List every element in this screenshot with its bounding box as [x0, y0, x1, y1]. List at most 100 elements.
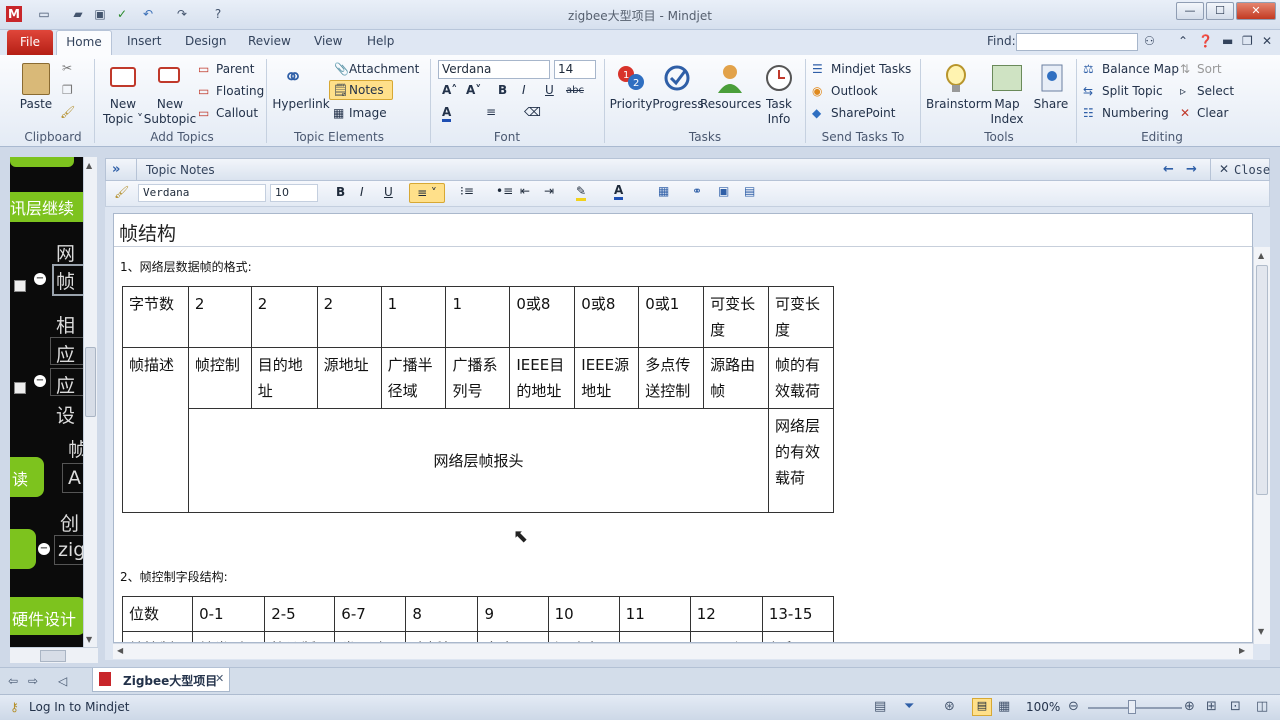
map-topic-label[interactable]: 硬件设计 — [12, 606, 76, 630]
note-indicator-icon[interactable] — [14, 382, 26, 394]
font-family-select[interactable]: Verdana — [438, 60, 550, 79]
expand-panel-icon[interactable]: » — [112, 162, 120, 177]
link-icon[interactable]: ⚭ — [692, 184, 702, 198]
sharepoint-button[interactable]: SharePoint — [831, 106, 895, 120]
notes-size-select[interactable]: 10 — [270, 184, 318, 202]
doc-min-icon[interactable]: ▬ — [1222, 34, 1233, 48]
priority-icon[interactable]: 12 — [617, 64, 645, 92]
find-input[interactable] — [1016, 33, 1138, 51]
bullet-list-icon[interactable]: •≡ — [496, 184, 513, 198]
strikethrough-icon[interactable]: abc — [566, 85, 584, 96]
map-topic-label[interactable]: 应 — [56, 340, 75, 367]
filter-icon[interactable]: ⏷ — [904, 699, 914, 714]
mindjet-tasks-button[interactable]: Mindjet Tasks — [831, 62, 911, 76]
layout-icon[interactable]: ▤ — [874, 699, 886, 714]
grow-font-icon[interactable]: A˄ — [442, 83, 457, 97]
minimize-button[interactable]: — — [1176, 2, 1204, 20]
copy-icon[interactable]: ❐ — [62, 83, 73, 97]
scroll-right-icon[interactable]: ▶ — [1239, 646, 1245, 655]
collapse-icon[interactable]: − — [34, 273, 46, 285]
highlight-icon[interactable]: ✎ — [576, 184, 587, 201]
notes-document[interactable]: 帧结构 1、网络层数据帧的格式: 字节数 2 2 2 1 1 0或8 0或8 0… — [113, 213, 1253, 643]
tab-home[interactable]: Home — [56, 30, 112, 56]
ribbon-collapse-icon[interactable]: ⌃ — [1178, 34, 1188, 48]
map-topic-label[interactable]: 设 — [56, 401, 75, 428]
tab-view[interactable]: View — [314, 34, 342, 48]
paste-button[interactable]: Paste — [18, 97, 54, 112]
doc-close-icon[interactable]: ✕ — [1262, 34, 1272, 48]
scroll-up-icon[interactable]: ▲ — [1258, 251, 1264, 260]
split-topic-button[interactable]: Split Topic — [1102, 84, 1163, 98]
task-info-icon[interactable] — [764, 63, 794, 93]
sort-button[interactable]: Sort — [1197, 62, 1222, 76]
clear-format-icon[interactable]: ⌫ — [524, 105, 541, 119]
scroll-thumb[interactable] — [85, 347, 96, 417]
insert-icon[interactable]: ▤ — [744, 184, 755, 198]
close-notes-button[interactable]: Close — [1234, 163, 1270, 177]
next-tab-icon[interactable]: ⇨ — [28, 674, 38, 688]
share-icon[interactable] — [1040, 63, 1064, 93]
hyperlink-icon[interactable]: ⚭ — [283, 63, 303, 91]
align-icon[interactable]: ≡ — [486, 105, 496, 119]
increase-indent-icon[interactable]: ⇥ — [544, 184, 554, 198]
zoom-in-icon[interactable]: ⊕ — [1184, 699, 1195, 714]
floating-button[interactable]: Floating — [216, 84, 264, 98]
map-topic-label[interactable]: 应 — [56, 371, 75, 398]
progress-button[interactable]: Progress — [652, 97, 704, 112]
scroll-down-icon[interactable]: ▼ — [1258, 627, 1264, 636]
new-subtopic-button[interactable]: New Subtopic — [142, 97, 198, 127]
new-subtopic-icon[interactable] — [158, 67, 180, 83]
fit-map-icon[interactable]: ⊞ — [1206, 699, 1217, 714]
balance-map-button[interactable]: Balance Map — [1102, 62, 1179, 76]
resources-button[interactable]: Resources — [700, 97, 761, 112]
image-button[interactable]: Image — [349, 106, 387, 120]
map-topic-label[interactable]: 网 — [56, 239, 75, 266]
next-note-icon[interactable]: → — [1186, 162, 1197, 177]
numbered-list-icon[interactable]: ⁝≡ — [460, 184, 474, 198]
map-topic-label[interactable]: 读 — [12, 466, 28, 490]
close-notes-icon[interactable]: ✕ — [1219, 162, 1229, 176]
decrease-indent-icon[interactable]: ⇤ — [520, 184, 530, 198]
hyperlink-button[interactable]: Hyperlink — [272, 97, 330, 112]
previous-note-icon[interactable]: ← — [1163, 162, 1174, 177]
italic-icon[interactable]: I — [522, 83, 526, 97]
paste-icon[interactable] — [22, 63, 50, 95]
tab-review[interactable]: Review — [248, 34, 291, 48]
notes-vertical-scrollbar[interactable]: ▲ ▼ — [1253, 247, 1270, 644]
cut-icon[interactable]: ✂ — [62, 61, 72, 75]
resources-icon[interactable] — [716, 63, 744, 93]
notes-button[interactable]: Notes — [349, 83, 384, 97]
map-topic-label[interactable]: 创 — [60, 509, 79, 536]
maximize-button[interactable]: ☐ — [1206, 2, 1234, 20]
close-button[interactable]: ✕ — [1236, 2, 1276, 20]
align-left-icon[interactable]: ≡ ˅ — [409, 183, 445, 203]
focus-icon[interactable]: ⊛ — [944, 699, 955, 714]
new-topic-button[interactable]: New Topic ˅ — [98, 97, 148, 127]
notes-font-select[interactable]: Verdana — [138, 184, 266, 202]
map-index-icon[interactable] — [992, 65, 1022, 91]
priority-button[interactable]: Priority — [608, 97, 654, 112]
shrink-font-icon[interactable]: A˅ — [466, 83, 481, 97]
notes-horizontal-scrollbar[interactable]: ◀ ▶ — [113, 643, 1253, 659]
attachment-button[interactable]: Attachment — [349, 62, 419, 76]
map-topic-label[interactable]: 相 — [56, 311, 75, 338]
share-button[interactable]: Share — [1030, 97, 1072, 112]
brainstorm-button[interactable]: Brainstorm — [926, 97, 992, 112]
format-painter-icon[interactable]: 🖌 — [114, 185, 129, 199]
select-button[interactable]: Select — [1197, 84, 1234, 98]
map-vertical-scrollbar[interactable]: ▲ ▼ — [83, 157, 97, 647]
numbering-button[interactable]: Numbering — [1102, 106, 1169, 120]
document-tab[interactable]: Zigbee大型项目 ✕ — [92, 668, 230, 692]
tab-file[interactable]: File — [7, 30, 53, 55]
zoom-slider-thumb[interactable] — [1128, 700, 1136, 714]
help-icon[interactable]: ❓ — [1198, 34, 1213, 48]
zoom-out-icon[interactable]: ⊖ — [1068, 699, 1079, 714]
tab-help[interactable]: Help — [367, 34, 394, 48]
doc-restore-icon[interactable]: ❐ — [1242, 34, 1253, 48]
bold-icon[interactable]: B — [498, 83, 507, 97]
login-link[interactable]: Log In to Mindjet — [29, 700, 129, 714]
clear-button[interactable]: Clear — [1197, 106, 1228, 120]
brainstorm-icon[interactable] — [944, 63, 968, 95]
picture-icon[interactable]: ▣ — [718, 184, 729, 198]
collapse-icon[interactable]: − — [34, 375, 46, 387]
